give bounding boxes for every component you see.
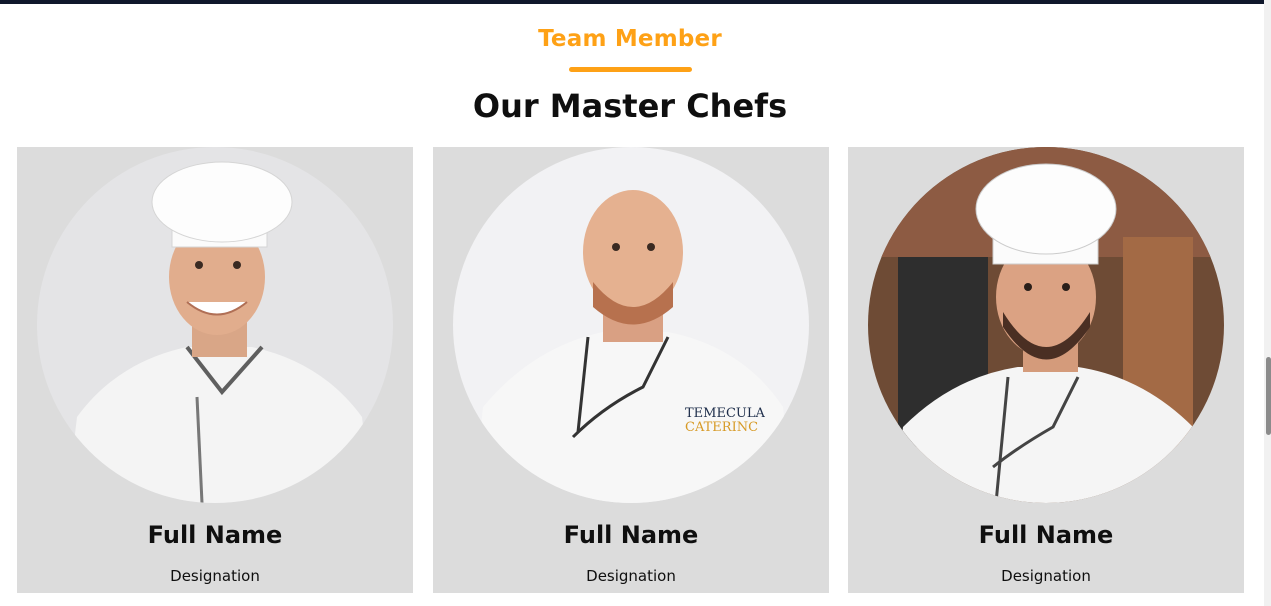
section-title: Our Master Chefs [472,87,788,125]
member-name: Full Name [147,521,283,549]
member-designation: Designation [586,567,676,585]
member-designation: Designation [1001,567,1091,585]
scrollbar-thumb[interactable] [1266,357,1271,435]
team-member-card: TEMECULA CATERINC Full Name Designation [433,147,829,593]
chef-portrait-3-icon [868,147,1224,503]
chef-photo [868,147,1224,503]
team-member-card: Full Name Designation [848,147,1244,593]
member-designation: Designation [170,567,260,585]
member-name: Full Name [563,521,699,549]
subtitle-underline [569,67,692,72]
chef-portrait-1-icon [37,147,393,503]
chef-photo: TEMECULA CATERINC [453,147,809,503]
section-subtitle: Team Member [538,26,722,52]
scrollbar-track[interactable] [1264,0,1271,606]
member-name: Full Name [978,521,1114,549]
svg-text:CATERINC: CATERINC [685,420,758,435]
chef-photo [37,147,393,503]
team-member-card: Full Name Designation [17,147,413,593]
svg-text:TEMECULA: TEMECULA [685,406,765,421]
top-border [0,0,1264,4]
chef-portrait-2-icon: TEMECULA CATERINC [453,147,809,503]
